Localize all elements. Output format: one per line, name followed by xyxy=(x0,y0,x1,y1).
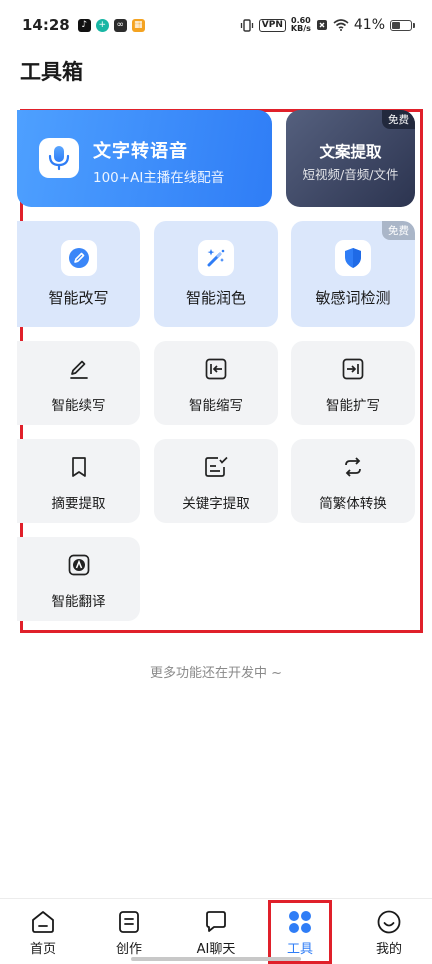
nav-mine[interactable]: 我的 xyxy=(354,899,424,964)
tts-subtitle: 100+AI主播在线配音 xyxy=(93,170,225,186)
collapse-icon xyxy=(202,355,230,383)
nav-home[interactable]: 首页 xyxy=(8,899,78,964)
vibrate-icon xyxy=(240,18,253,32)
tool-smart-rewrite[interactable]: 智能改写 xyxy=(17,221,140,327)
status-time: 14:28 xyxy=(22,16,70,34)
pencil-icon xyxy=(65,355,93,383)
nav-label: 创作 xyxy=(115,942,142,957)
bottom-nav: 首页 创作 AI聊天 工具 我的 xyxy=(0,898,432,964)
battery-percent: 41% xyxy=(353,17,385,33)
tool-label: 敏感词检测 xyxy=(315,289,391,307)
extract-card[interactable]: 免费 文案提取 短视频/音频/文件 xyxy=(286,110,415,207)
home-indicator[interactable] xyxy=(131,957,301,961)
tts-title: 文字转语音 xyxy=(93,141,188,162)
wifi-icon xyxy=(333,19,349,31)
status-left: 14:28 ♪ + ∞ ▦ xyxy=(22,16,145,34)
battery-icon xyxy=(390,19,415,31)
document-icon xyxy=(116,909,142,935)
tool-summary-extract[interactable]: 摘要提取 xyxy=(17,439,140,523)
tts-card[interactable]: 文字转语音 100+AI主播在线配音 xyxy=(17,110,272,207)
tool-label: 智能润色 xyxy=(185,289,246,307)
home-icon xyxy=(30,909,56,935)
pen-circle-icon xyxy=(60,240,97,276)
network-speed: 0.60 KB/s xyxy=(291,17,311,33)
tool-smart-translate[interactable]: 智能翻译 xyxy=(17,537,140,621)
more-features-note: 更多功能还在开发中 ~ xyxy=(149,666,283,681)
status-right: VPN 0.60 KB/s 41% xyxy=(240,17,415,33)
nav-label: 首页 xyxy=(29,942,56,957)
status-bar: 14:28 ♪ + ∞ ▦ VPN 0.60 KB/s 41% xyxy=(0,0,432,50)
doc-check-icon xyxy=(202,453,230,481)
tool-label: 智能缩写 xyxy=(189,398,243,414)
refresh-icon xyxy=(339,453,367,481)
nav-label: AI聊天 xyxy=(196,942,236,957)
free-badge: 免费 xyxy=(382,110,415,129)
tool-keyword-extract[interactable]: 关键字提取 xyxy=(154,439,278,523)
tool-label: 智能续写 xyxy=(51,398,106,414)
network-speed-unit: KB/s xyxy=(290,24,311,33)
nav-tools-highlight-frame xyxy=(268,900,332,964)
tiktok-icon: ♪ xyxy=(77,18,91,32)
tool-label: 简繁体转换 xyxy=(319,496,387,512)
translate-icon xyxy=(65,551,93,579)
nav-create[interactable]: 创作 xyxy=(94,899,164,964)
chat-icon xyxy=(203,909,229,935)
nav-ai-chat[interactable]: AI聊天 xyxy=(181,899,251,964)
tool-smart-expand[interactable]: 智能扩写 xyxy=(291,341,415,425)
tool-smart-polish[interactable]: 智能润色 xyxy=(154,221,278,327)
sim-off-icon xyxy=(316,20,327,30)
tool-label: 智能改写 xyxy=(48,289,109,307)
extract-subtitle: 短视频/音频/文件 xyxy=(302,167,399,182)
shield-icon xyxy=(335,240,371,276)
smile-icon xyxy=(376,909,402,935)
plus-app-icon: + xyxy=(95,18,109,32)
tool-label: 关键字提取 xyxy=(182,496,250,512)
tool-smart-continue[interactable]: 智能续写 xyxy=(17,341,140,425)
nav-label: 我的 xyxy=(375,942,402,957)
tool-label: 智能扩写 xyxy=(326,398,380,414)
tool-label: 智能翻译 xyxy=(51,594,106,610)
tool-smart-abbreviate[interactable]: 智能缩写 xyxy=(154,341,278,425)
grid-app-icon: ▦ xyxy=(131,18,145,32)
extract-title: 文案提取 xyxy=(319,143,382,161)
vpn-badge: VPN xyxy=(258,18,286,32)
bookmark-icon xyxy=(65,453,93,481)
tool-label: 摘要提取 xyxy=(51,496,106,512)
magic-wand-icon xyxy=(198,240,234,276)
microphone-icon xyxy=(39,138,79,178)
free-badge: 免费 xyxy=(382,221,415,240)
expand-icon xyxy=(339,355,367,383)
battery-fill xyxy=(392,21,401,29)
tool-simplified-traditional-convert[interactable]: 简繁体转换 xyxy=(291,439,415,523)
link-app-icon: ∞ xyxy=(113,18,127,32)
page-title: 工具箱 xyxy=(20,60,83,84)
tool-sensitive-word-detect[interactable]: 免费 敏感词检测 xyxy=(291,221,415,327)
